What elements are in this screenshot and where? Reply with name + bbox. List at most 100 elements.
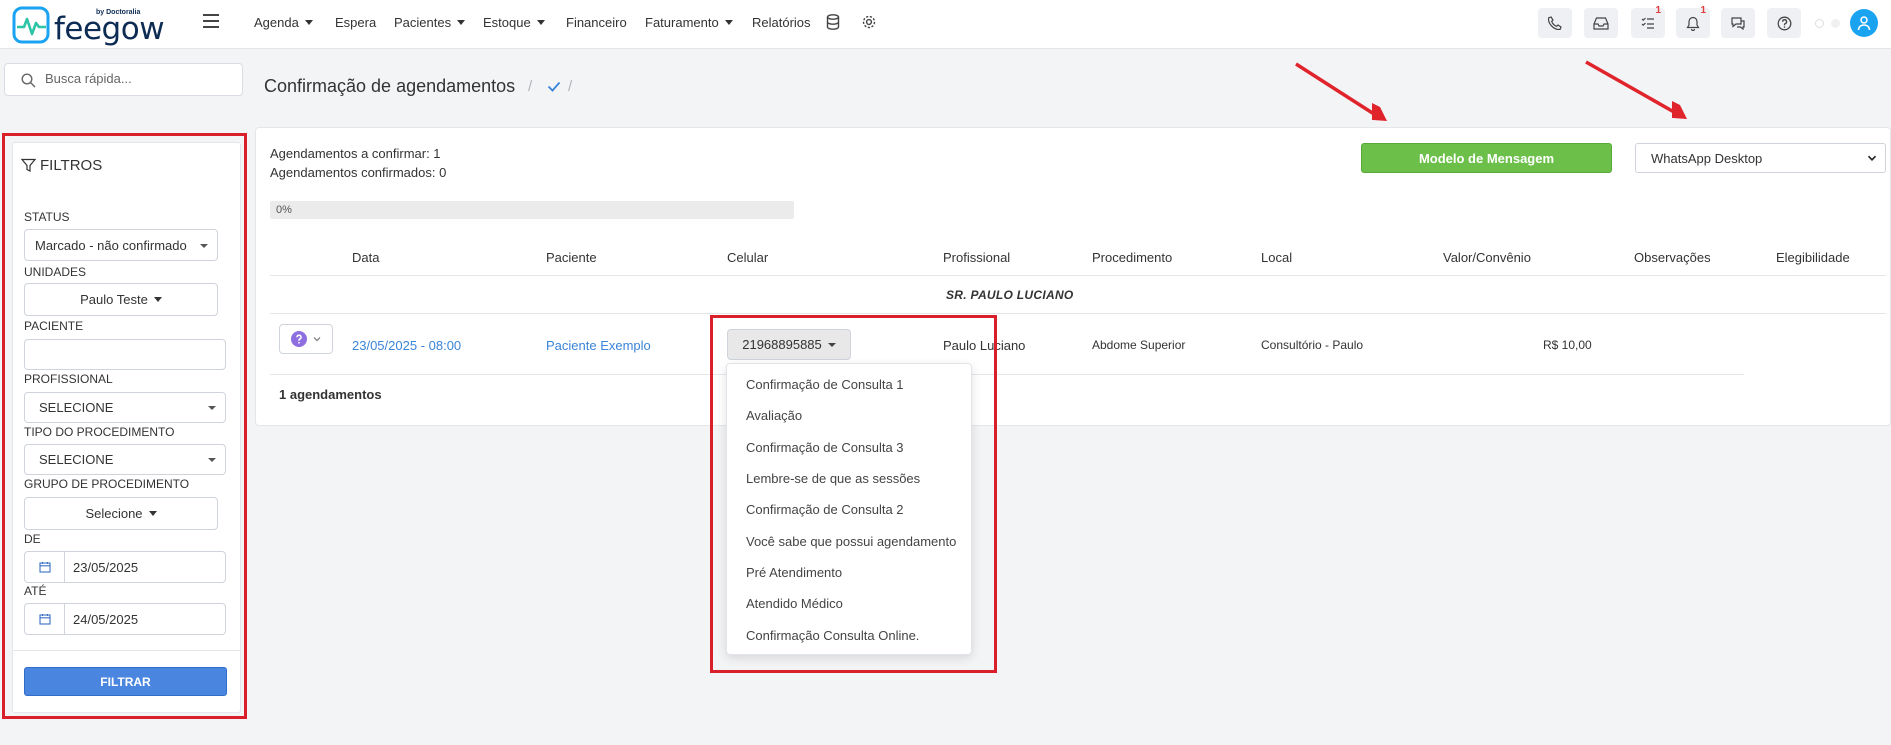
valor-cell: R$ 10,00	[1543, 338, 1592, 352]
tipo-procedimento-value: SELECIONE	[39, 452, 114, 467]
confirmed-count: Agendamentos confirmados: 0	[270, 165, 447, 180]
nav-faturamento[interactable]: Faturamento	[645, 15, 733, 30]
quick-search[interactable]	[4, 63, 243, 96]
col-celular[interactable]: Celular	[727, 250, 768, 265]
profissional-label: PROFISSIONAL	[24, 372, 113, 386]
channel-select[interactable]: WhatsApp Desktop	[1635, 143, 1886, 173]
breadcrumb-separator: /	[528, 78, 533, 95]
feegow-logo[interactable]: feegow by Doctoralia	[12, 6, 165, 47]
brand-name: feegow	[54, 11, 165, 47]
profissional-select[interactable]: SELECIONE	[24, 392, 226, 423]
calendar-icon[interactable]	[25, 552, 65, 582]
col-procedimento[interactable]: Procedimento	[1092, 250, 1172, 265]
chat-icon	[1731, 17, 1745, 30]
caret-down-icon	[208, 458, 216, 462]
nav-financeiro[interactable]: Financeiro	[566, 15, 627, 30]
nav-espera[interactable]: Espera	[335, 15, 376, 30]
tasks-badge: 1	[1655, 5, 1661, 16]
paciente-input[interactable]	[24, 339, 226, 370]
breadcrumb-separator: /	[568, 78, 573, 95]
divider	[12, 650, 241, 651]
divider	[270, 275, 1886, 276]
chevron-down-icon	[153, 297, 162, 302]
chevron-down-icon	[724, 20, 733, 25]
tasks-button[interactable]: 1	[1631, 5, 1665, 38]
col-profissional[interactable]: Profissional	[943, 250, 1010, 265]
search-input[interactable]	[45, 71, 235, 86]
status-dot	[1815, 19, 1824, 28]
col-elegibilidade[interactable]: Elegibilidade	[1776, 250, 1850, 265]
filters-title: FILTROS	[21, 157, 102, 174]
chevron-down-icon	[1867, 153, 1877, 163]
caret-down-icon	[208, 406, 216, 410]
modelo-mensagem-button[interactable]: Modelo de Mensagem	[1361, 143, 1612, 173]
nav-relatorios[interactable]: Relatórios	[752, 15, 811, 30]
inbox-icon	[1593, 17, 1609, 30]
search-icon	[21, 73, 36, 88]
top-navbar: feegow by Doctoralia Agenda Espera Pacie…	[0, 0, 1891, 49]
channel-value: WhatsApp Desktop	[1651, 150, 1763, 166]
notifications-button[interactable]: 1	[1676, 5, 1710, 38]
chevron-down-icon	[313, 337, 321, 342]
notifications-badge: 1	[1700, 5, 1706, 16]
menu-icon[interactable]	[203, 14, 219, 28]
question-icon	[291, 331, 307, 347]
professional-group-label: SR. PAULO LUCIANO	[946, 288, 1074, 302]
grupo-procedimento-value: Selecione	[85, 506, 143, 521]
database-icon[interactable]	[826, 14, 842, 30]
brand-byline: by Doctoralia	[96, 9, 141, 16]
divider	[270, 374, 1744, 375]
help-button[interactable]	[1767, 8, 1801, 38]
profissional-value: SELECIONE	[39, 400, 114, 415]
bell-icon	[1686, 16, 1700, 31]
tipo-procedimento-label: TIPO DO PROCEDIMENTO	[24, 425, 175, 439]
col-local[interactable]: Local	[1261, 250, 1292, 265]
chat-button[interactable]	[1721, 8, 1755, 38]
unidades-select[interactable]: Paulo Teste	[24, 283, 218, 316]
patient-link[interactable]: Paciente Exemplo	[546, 338, 651, 353]
logo-mark-icon	[12, 6, 50, 44]
tasks-icon	[1641, 17, 1654, 29]
col-data[interactable]: Data	[352, 250, 379, 265]
grupo-procedimento-label: GRUPO DE PROCEDIMENTO	[24, 477, 190, 491]
procedimento-cell: Abdome Superior	[1092, 338, 1186, 352]
de-date-field[interactable]: 23/05/2025	[24, 551, 226, 583]
col-paciente[interactable]: Paciente	[546, 250, 597, 265]
tipo-procedimento-select[interactable]: SELECIONE	[24, 444, 226, 475]
status-dot	[1831, 19, 1840, 28]
phone-button[interactable]	[1538, 8, 1572, 38]
col-valor-convenio[interactable]: Valor/Convênio	[1443, 250, 1531, 265]
filtrar-button[interactable]: FILTRAR	[24, 667, 227, 696]
calendar-icon[interactable]	[25, 604, 65, 634]
status-value: Marcado - não confirmado	[35, 237, 187, 253]
status-action-button[interactable]	[279, 324, 333, 354]
ate-label: ATÉ	[24, 584, 47, 598]
gear-icon[interactable]	[861, 14, 877, 30]
status-select[interactable]: Marcado - não confirmado	[24, 229, 218, 261]
nav-estoque[interactable]: Estoque	[483, 15, 545, 30]
inbox-button[interactable]	[1584, 8, 1618, 38]
col-observacoes[interactable]: Observações	[1634, 250, 1711, 265]
chevron-down-icon	[457, 20, 466, 25]
user-avatar[interactable]	[1850, 9, 1878, 37]
unidades-label: UNIDADES	[24, 265, 87, 279]
status-label: STATUS	[24, 210, 70, 224]
nav-agenda[interactable]: Agenda	[254, 15, 313, 30]
nav-pacientes[interactable]: Pacientes	[394, 15, 466, 30]
chevron-down-icon	[536, 20, 545, 25]
de-label: DE	[24, 532, 41, 546]
ate-date-field[interactable]: 24/05/2025	[24, 603, 226, 635]
help-icon	[1777, 16, 1791, 30]
grupo-procedimento-select[interactable]: Selecione	[24, 497, 218, 530]
ate-date-value: 24/05/2025	[73, 611, 139, 627]
user-icon	[1857, 16, 1871, 31]
phone-icon	[1548, 16, 1562, 30]
to-confirm-count: Agendamentos a confirmar: 1	[270, 146, 441, 161]
page-title: Confirmação de agendamentos	[264, 76, 516, 96]
paciente-label: PACIENTE	[24, 319, 84, 333]
chevron-down-icon	[304, 20, 313, 25]
local-cell: Consultório - Paulo	[1261, 338, 1364, 352]
appointment-date-link[interactable]: 23/05/2025 - 08:00	[352, 338, 461, 353]
check-icon	[547, 81, 561, 92]
confirmation-progress: 0%	[270, 201, 794, 219]
